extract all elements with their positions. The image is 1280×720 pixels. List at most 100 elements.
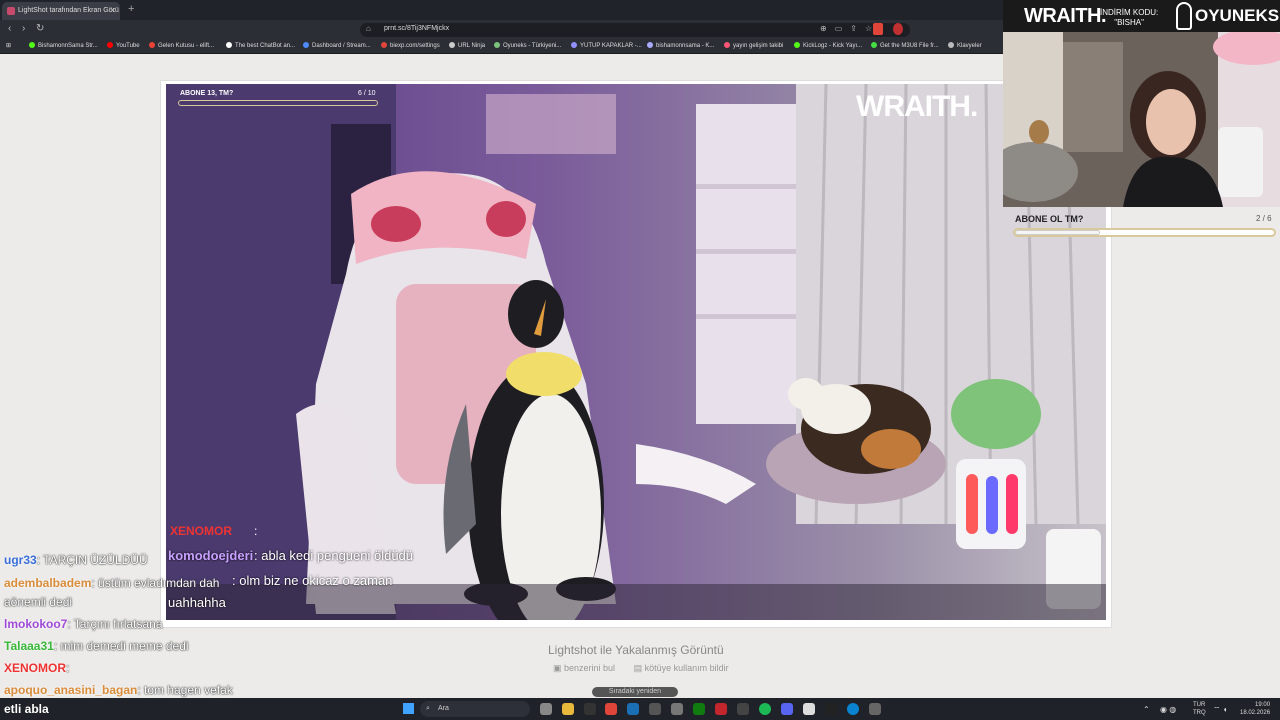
oyuneks-logo: OYUNEKS	[1195, 6, 1280, 25]
tab-title: LightShot tarafından Ekran Görü	[18, 7, 119, 14]
notepad-icon[interactable]	[803, 703, 815, 715]
address-bar-icons[interactable]: ⊕▭⇪☆	[820, 24, 880, 33]
bookmark-item[interactable]: Dashboard / Stream...	[303, 42, 371, 49]
bookmark-item[interactable]: biexp.com/settings	[381, 42, 440, 49]
chat-message: XENOMOR:	[4, 661, 69, 675]
bookmark-item[interactable]: YUTUP KAPAKLAR -...	[571, 42, 642, 49]
bookmark-label: yayın gelişim takibi	[733, 43, 784, 49]
promo-code: İNDİRİM KODU: "BISHA"	[1100, 8, 1158, 28]
tray-icons[interactable]: ◉ ◍	[1160, 705, 1176, 714]
apps-grid-icon[interactable]: ⊞	[6, 42, 11, 49]
bookmark-label: BishamonnSama Str...	[38, 43, 98, 49]
new-tab-icon[interactable]: +	[128, 3, 134, 15]
bookmark-favicon-icon	[29, 42, 35, 48]
promo-label: İNDİRİM KODU:	[1100, 8, 1159, 17]
stream-scene-image	[166, 84, 1106, 620]
bookmark-item[interactable]: Klavyeler	[948, 42, 982, 49]
bookmark-item[interactable]: KickLogz - Kick Yayı...	[794, 42, 862, 49]
wraith-logo: WRAITH.	[1024, 5, 1107, 27]
search-placeholder: Ara	[438, 705, 449, 712]
chat-username: Talaaa31	[4, 639, 54, 653]
app-icon[interactable]	[825, 703, 837, 715]
bookmark-favicon-icon	[107, 42, 113, 48]
bookmark-label: Dashboard / Stream...	[312, 43, 371, 49]
bookmark-item[interactable]: YouTube	[107, 42, 140, 49]
forward-icon[interactable]: ›	[22, 23, 25, 34]
chat-message: Talaaa31: mim demedi meme dedi	[4, 639, 189, 653]
chat-username: apoquo_anasini_bagan	[4, 683, 138, 697]
chat-text: : Tarçını fırlatsana	[67, 617, 163, 631]
app-icon[interactable]	[715, 703, 727, 715]
spotify-icon[interactable]	[759, 703, 771, 715]
address-url: prnt.sc/8Tij3NFMjckx	[384, 25, 450, 32]
edge-icon[interactable]	[847, 703, 859, 715]
search-icon: ⌕	[426, 705, 430, 712]
close-tab-icon[interactable]: ✕	[109, 2, 116, 20]
bookmark-favicon-icon	[449, 42, 455, 48]
report-abuse-link[interactable]: ▤ kötüye kullanım bildir	[634, 663, 737, 673]
stream-goal-bar	[178, 100, 378, 106]
stream-sub-count: 6 / 10	[358, 90, 376, 97]
xbox-icon[interactable]	[693, 703, 705, 715]
language-indicator[interactable]: TUR TRQ	[1193, 701, 1206, 717]
tray-chevron-icon[interactable]: ⌃	[1143, 705, 1150, 714]
streamer-webcam-image	[1003, 32, 1280, 207]
chat-username: XENOMOR	[4, 661, 67, 675]
chat-message: lmokokoo7: Tarçını fırlatsana	[4, 617, 163, 631]
lang-line1: TUR	[1193, 702, 1206, 708]
bookmark-item[interactable]: Oyuneks - Türkiyeni...	[494, 42, 561, 49]
bookmark-label: The best ChatBot an...	[235, 43, 296, 49]
bookmark-item[interactable]: Get the M3U8 File fr...	[871, 42, 939, 49]
app-icon[interactable]	[649, 703, 661, 715]
stream-watermark: WRAITH.	[856, 90, 978, 123]
clock-date: 18.02.2026	[1240, 710, 1271, 716]
bookmark-item[interactable]: Gelen Kutusu - elift...	[149, 42, 214, 49]
discord-icon[interactable]	[781, 703, 793, 715]
browser-tab[interactable]: LightShot tarafından Ekran Görü ✕	[2, 2, 120, 20]
webcam-feed	[1003, 32, 1280, 207]
bookmark-item[interactable]: The best ChatBot an...	[226, 42, 295, 49]
find-similar-link[interactable]: ▣ benzerini bul	[553, 663, 623, 673]
bookmark-favicon-icon	[647, 42, 653, 48]
app-icon[interactable]	[737, 703, 749, 715]
bookmark-item[interactable]: yayın gelişim takibi	[724, 42, 783, 49]
bookmark-item[interactable]: URL Ninja	[449, 42, 485, 49]
app-icon[interactable]	[869, 703, 881, 715]
chat-text: : üstüm evladımdan dah	[91, 576, 220, 590]
bookmark-favicon-icon	[871, 42, 877, 48]
chat-text: aönemli dedi	[4, 595, 73, 609]
next-button[interactable]: Sıradaki yeniden	[592, 687, 678, 697]
clock-time: 19:00	[1255, 702, 1271, 708]
back-icon[interactable]: ‹	[8, 23, 11, 34]
extension-icon[interactable]	[893, 23, 903, 35]
brave-icon[interactable]	[605, 703, 617, 715]
taskbar-search[interactable]: ⌕ Ara	[420, 701, 530, 717]
steam-icon[interactable]	[627, 703, 639, 715]
windows-start-icon[interactable]	[403, 703, 414, 714]
brave-shield-icon[interactable]	[873, 23, 883, 35]
bookmark-item[interactable]: bishamonnsama - K...	[647, 42, 714, 49]
reload-icon[interactable]: ↻	[36, 23, 44, 34]
sub-goal-fill	[1015, 230, 1101, 235]
chat-message: ugr33: TARÇIN ÜZÜLDÜÜ	[4, 553, 148, 567]
bookmark-label: Gelen Kutusu - elift...	[158, 43, 215, 49]
bookmark-favicon-icon	[226, 42, 232, 48]
bookmark-label: YUTUP KAPAKLAR -...	[580, 43, 642, 49]
stream-chat-text: : abla kedi pengueni öldüdü	[254, 548, 414, 563]
oyuneks-logo-icon	[1176, 2, 1192, 30]
bookmark-item[interactable]: BishamonnSama Str...	[29, 42, 98, 49]
stream-chat-text: :	[254, 524, 258, 538]
page-caption: Lightshot ile Yakalanmış Görüntü	[548, 643, 724, 657]
chat-username: ugr33	[4, 553, 37, 567]
app-icon[interactable]	[584, 703, 596, 715]
file-explorer-icon[interactable]	[562, 703, 574, 715]
report-abuse-label: kötüye kullanım bildir	[644, 663, 729, 673]
task-view-icon[interactable]	[540, 703, 552, 715]
bookmark-favicon-icon	[381, 42, 387, 48]
chat-message: apoquo_anasini_bagan: tom hagen vefak	[4, 683, 233, 697]
obs-icon[interactable]	[671, 703, 683, 715]
site-info-icon[interactable]: ⌂	[366, 24, 371, 33]
clock[interactable]: 19:00 18.02.2026	[1240, 701, 1270, 717]
lang-line2: TRQ	[1193, 710, 1206, 716]
network-volume-icons[interactable]: ⌔ ◖	[1213, 705, 1228, 715]
